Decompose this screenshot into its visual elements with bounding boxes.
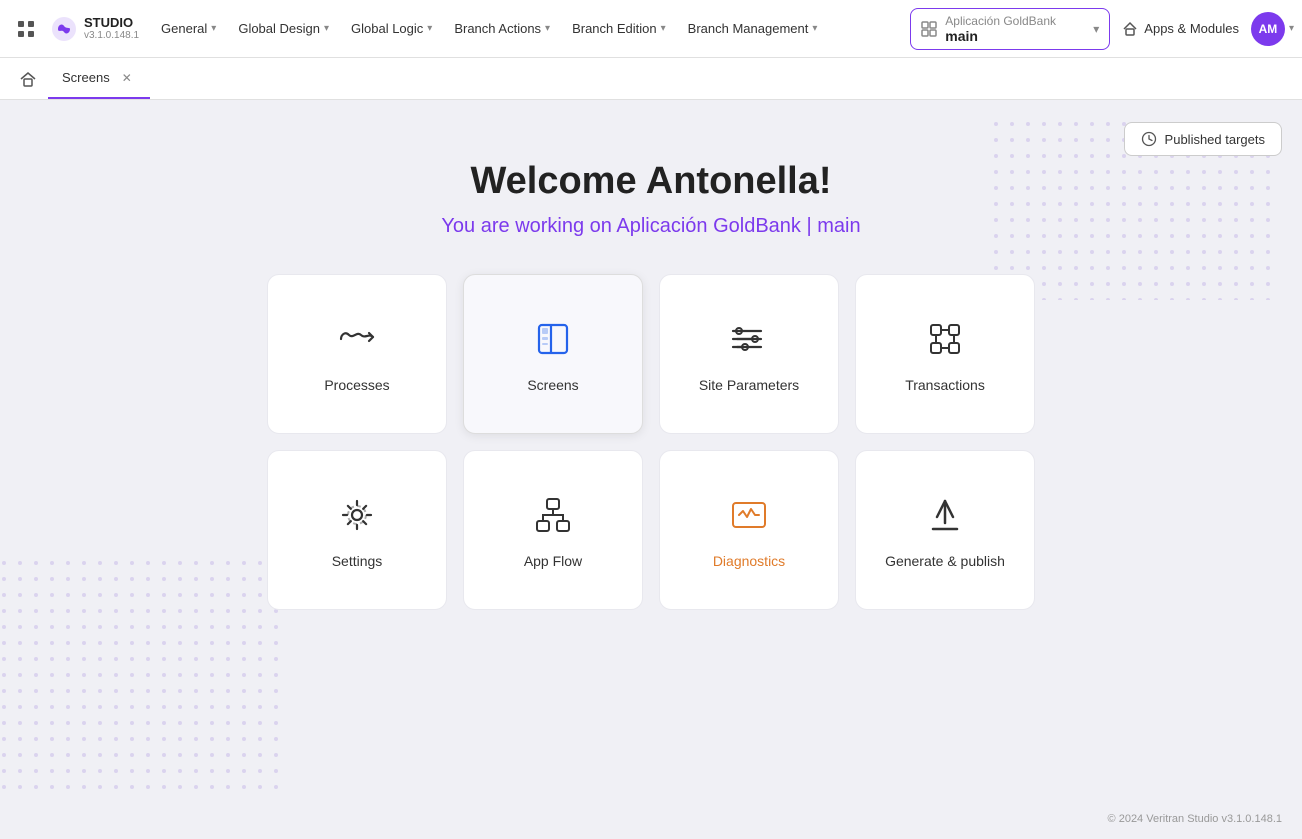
card-diagnostics[interactable]: Diagnostics: [659, 450, 839, 610]
nav-general[interactable]: General ▾: [151, 15, 226, 42]
clock-icon: [1141, 131, 1157, 147]
nav-global-design[interactable]: Global Design ▾: [228, 15, 339, 42]
welcome-title: Welcome Antonella!: [0, 160, 1302, 203]
card-app-flow[interactable]: App Flow: [463, 450, 643, 610]
avatar-chevron-icon[interactable]: ▾: [1289, 23, 1294, 34]
processes-icon: [333, 315, 381, 363]
card-app-flow-label: App Flow: [524, 553, 582, 569]
footer-text: © 2024 Veritran Studio v3.1.0.148.1: [1108, 813, 1282, 825]
card-generate-publish[interactable]: Generate & publish: [855, 450, 1035, 610]
top-navigation: STUDIO v3.1.0.148.1 General ▾ Global Des…: [0, 0, 1302, 58]
app-title: STUDIO: [84, 16, 139, 30]
screens-icon: [529, 315, 577, 363]
apps-modules-icon: [1122, 21, 1138, 37]
nav-branch-actions[interactable]: Branch Actions ▾: [444, 15, 560, 42]
chevron-down-icon: ▾: [661, 23, 666, 34]
published-targets-label: Published targets: [1165, 132, 1265, 147]
card-processes[interactable]: Processes: [267, 274, 447, 434]
card-site-parameters[interactable]: Site Parameters: [659, 274, 839, 434]
card-settings[interactable]: Settings: [267, 450, 447, 610]
grid-menu-icon[interactable]: [8, 11, 44, 47]
app-flow-icon: [529, 491, 577, 539]
card-screens-label: Screens: [527, 377, 578, 393]
app-selector[interactable]: Aplicación GoldBank main ▾: [910, 8, 1110, 50]
tabbar: Screens ✕: [0, 58, 1302, 100]
apps-modules-button[interactable]: Apps & Modules: [1112, 15, 1249, 43]
tab-close-icon[interactable]: ✕: [118, 69, 136, 87]
card-transactions-label: Transactions: [905, 377, 985, 393]
footer: © 2024 Veritran Studio v3.1.0.148.1: [1108, 813, 1282, 825]
expand-icon: [921, 21, 937, 37]
cards-grid: Processes Screens: [0, 274, 1302, 610]
published-targets-button[interactable]: Published targets: [1124, 122, 1282, 156]
card-screens[interactable]: Screens: [463, 274, 643, 434]
chevron-down-icon: ▾: [1093, 22, 1099, 36]
welcome-section: Welcome Antonella! You are working on Ap…: [0, 160, 1302, 238]
nav-global-logic[interactable]: Global Logic ▾: [341, 15, 442, 42]
card-processes-label: Processes: [324, 377, 389, 393]
generate-publish-icon: [921, 491, 969, 539]
settings-icon: [333, 491, 381, 539]
card-site-parameters-label: Site Parameters: [699, 377, 799, 393]
app-selector-branch: main: [945, 28, 1056, 44]
card-diagnostics-label: Diagnostics: [713, 553, 785, 569]
chevron-down-icon: ▾: [324, 23, 329, 34]
home-button[interactable]: [12, 63, 44, 95]
nav-branch-management[interactable]: Branch Management ▾: [678, 15, 828, 42]
avatar[interactable]: AM: [1251, 12, 1285, 46]
app-selector-name: Aplicación GoldBank: [945, 14, 1056, 28]
main-content: Published targets Welcome Antonella! You…: [0, 100, 1302, 839]
chevron-down-icon: ▾: [812, 23, 817, 34]
chevron-down-icon: ▾: [545, 23, 550, 34]
chevron-down-icon: ▾: [427, 23, 432, 34]
app-version: v3.1.0.148.1: [84, 30, 139, 41]
card-settings-label: Settings: [332, 553, 383, 569]
site-parameters-icon: [725, 315, 773, 363]
transactions-icon: [921, 315, 969, 363]
screens-tab[interactable]: Screens ✕: [48, 58, 150, 99]
card-generate-publish-label: Generate & publish: [885, 553, 1005, 569]
welcome-subtitle: You are working on Aplicación GoldBank |…: [0, 215, 1302, 238]
nav-branch-edition[interactable]: Branch Edition ▾: [562, 15, 676, 42]
screens-tab-label: Screens: [62, 70, 110, 85]
apps-modules-label: Apps & Modules: [1144, 21, 1239, 36]
card-transactions[interactable]: Transactions: [855, 274, 1035, 434]
diagnostics-icon: [725, 491, 773, 539]
chevron-down-icon: ▾: [211, 23, 216, 34]
studio-logo: STUDIO v3.1.0.148.1: [50, 15, 139, 43]
